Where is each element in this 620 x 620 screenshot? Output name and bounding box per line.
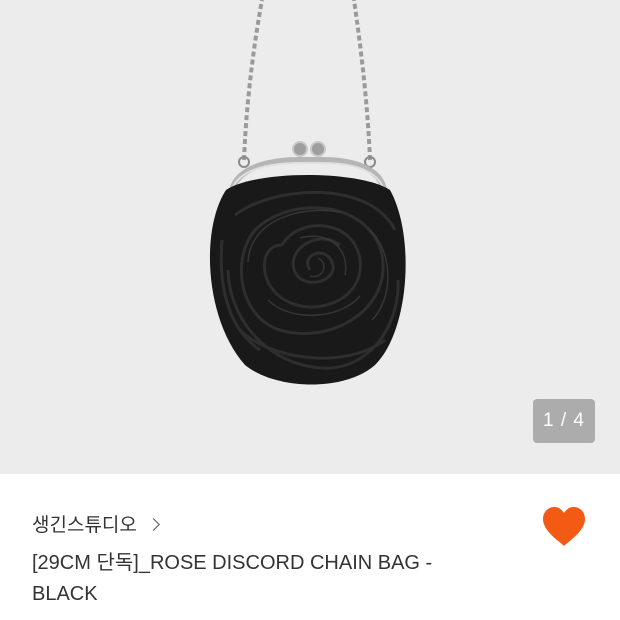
image-counter: 1 / 4 <box>533 399 595 443</box>
product-info: 생긴스튜디오 [29CM 단독]_ROSE DISCORD CHAIN BAG … <box>0 474 620 620</box>
product-image <box>209 0 406 385</box>
chain-right <box>352 0 372 161</box>
chevron-right-icon <box>147 517 160 531</box>
heart-icon[interactable] <box>541 506 587 548</box>
clasp-knob-left <box>292 141 308 157</box>
product-title: [29CM 단독]_ROSE DISCORD CHAIN BAG - BLACK <box>32 552 433 605</box>
chain-left <box>242 0 264 161</box>
brand-name: 생긴스튜디오 <box>32 514 137 536</box>
clasp-knob-right <box>310 141 326 157</box>
brand-link[interactable]: 생긴스튜디오 <box>32 510 160 537</box>
bag-body <box>209 175 406 385</box>
product-image-area[interactable]: 1 / 4 <box>0 0 620 474</box>
